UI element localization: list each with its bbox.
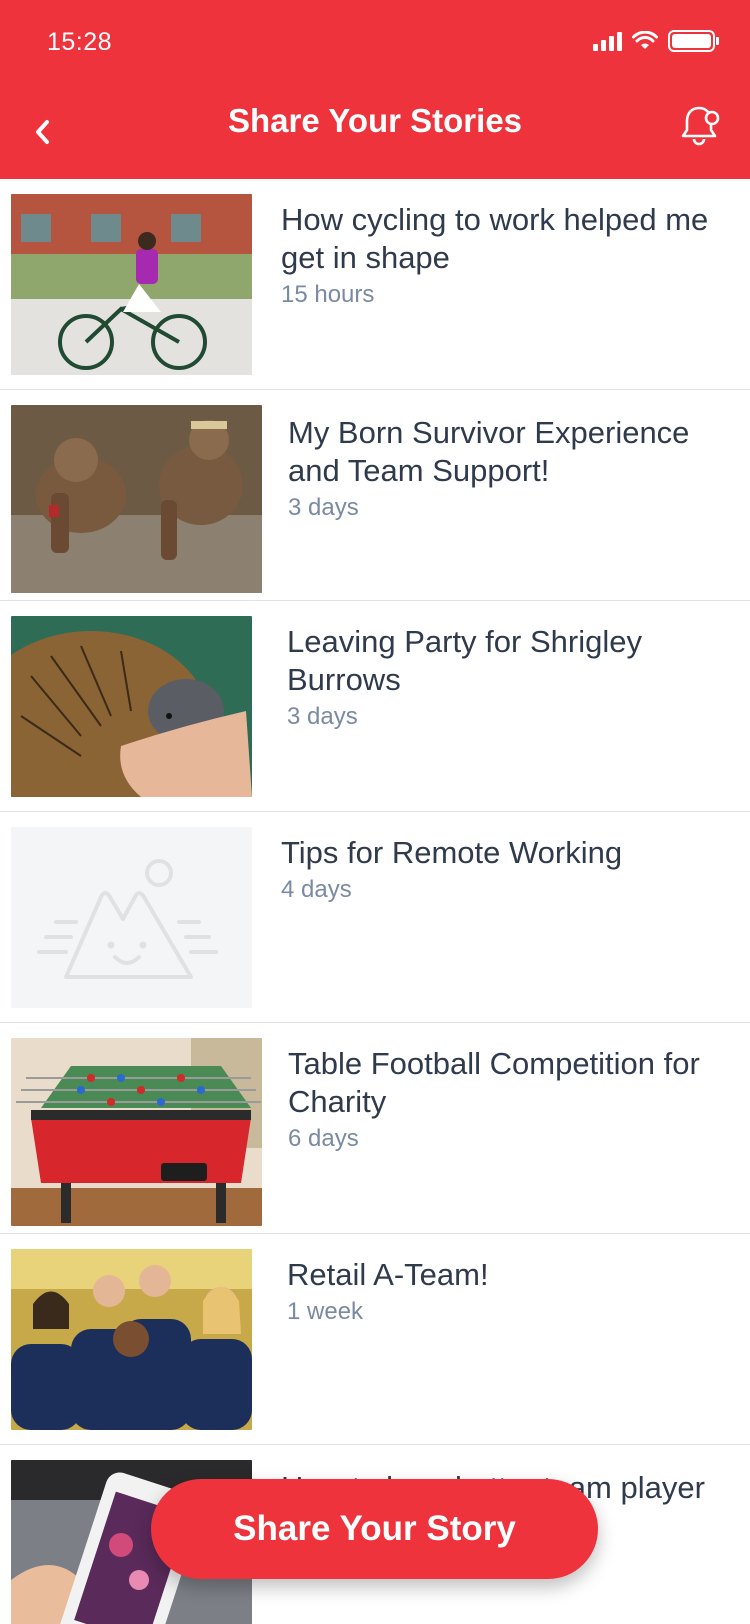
app-header: 15:28 Share Your Stories (0, 0, 750, 179)
item-text: Table Football Competition for Charity 6… (288, 1045, 720, 1153)
list-item[interactable]: My Born Survivor Experience and Team Sup… (0, 390, 750, 601)
list-item[interactable]: Tips for Remote Working 4 days (0, 812, 750, 1023)
story-time: 6 days (288, 1125, 359, 1152)
item-text: Retail A-Team! 1 week (287, 1256, 720, 1326)
hedgehog-photo (11, 616, 252, 797)
share-your-story-button[interactable]: Share Your Story (151, 1479, 598, 1579)
item-text: Leaving Party for Shrigley Burrows 3 day… (287, 623, 720, 731)
wifi-icon (632, 31, 658, 51)
story-title: My Born Survivor Experience and Team Sup… (288, 415, 690, 488)
story-time: 3 days (288, 494, 359, 521)
item-text: How cycling to work helped me get in sha… (281, 201, 720, 309)
story-time: 15 hours (281, 281, 375, 308)
story-title: Table Football Competition for Charity (288, 1046, 700, 1119)
signal-icon (593, 31, 622, 51)
stories-list: How cycling to work helped me get in sha… (0, 179, 750, 1624)
table-football-photo (11, 1038, 262, 1226)
story-title: Leaving Party for Shrigley Burrows (287, 624, 642, 697)
story-time: 4 days (281, 876, 352, 903)
bell-icon (681, 106, 720, 146)
item-text: My Born Survivor Experience and Team Sup… (288, 414, 720, 522)
story-time: 1 week (287, 1298, 364, 1325)
item-text: Tips for Remote Working 4 days (281, 834, 720, 904)
mud-run-photo (11, 405, 262, 593)
list-item[interactable]: Retail A-Team! 1 week (0, 1234, 750, 1445)
cyclist-photo (11, 194, 252, 375)
story-title: How cycling to work helped me get in sha… (281, 202, 709, 275)
list-item[interactable]: Leaving Party for Shrigley Burrows 3 day… (0, 601, 750, 812)
notifications-button[interactable] (676, 100, 726, 150)
story-time: 3 days (287, 703, 358, 730)
status-time: 15:28 (47, 28, 113, 56)
story-title: Tips for Remote Working (281, 835, 623, 870)
status-icons (593, 30, 720, 52)
list-item[interactable]: How cycling to work helped me get in sha… (0, 179, 750, 390)
team-photo (11, 1249, 252, 1430)
battery-icon (668, 30, 720, 52)
screen: 15:28 Share Your Stories How cycling to … (0, 0, 750, 1624)
page-title: Share Your Stories (227, 102, 523, 139)
story-title: Retail A-Team! (287, 1257, 489, 1292)
list-item[interactable]: Table Football Competition for Charity 6… (0, 1023, 750, 1234)
placeholder-image (11, 827, 252, 1008)
